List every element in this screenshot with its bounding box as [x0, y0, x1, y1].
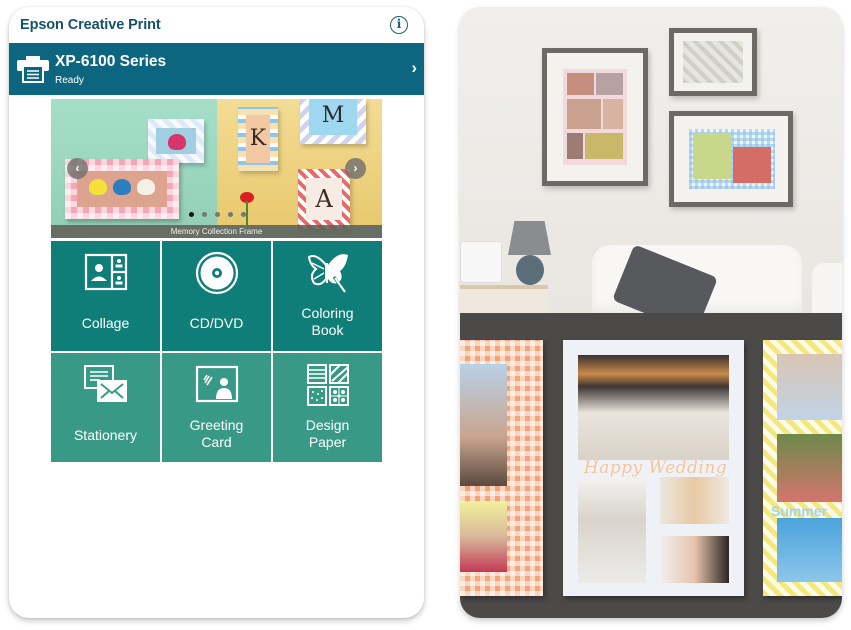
collage-icon: [84, 253, 127, 291]
chevron-right-icon: ›: [411, 58, 417, 77]
photo-bride: [660, 536, 729, 583]
sample-summer-card: Summer: [763, 340, 842, 596]
butterfly-frame: [148, 119, 204, 163]
printer-status: Ready: [55, 75, 84, 86]
lattice-print: [683, 41, 743, 83]
flower-stem: [246, 201, 248, 225]
summer-print: [689, 129, 775, 189]
letter-frame-k: K: [238, 107, 278, 171]
side-table: [460, 285, 548, 313]
menu-stationery[interactable]: Stationery: [51, 352, 160, 462]
wall-frame-collage: [542, 48, 648, 186]
menu-label: Greeting Card: [162, 417, 271, 451]
promo-photo: Happy Wedding Summer: [460, 7, 842, 618]
wall-frame-pattern: [669, 28, 757, 96]
carousel-dot[interactable]: [228, 212, 233, 217]
photo-girl: [460, 502, 507, 572]
feature-carousel[interactable]: K M A ‹ › Memory Collection Frame: [51, 99, 382, 238]
design-paper-icon: [306, 363, 349, 406]
info-icon[interactable]: i: [390, 16, 408, 34]
lamp-base: [516, 255, 544, 285]
disc-icon: [195, 251, 238, 295]
sofa-arm: [812, 263, 842, 313]
summer-text: Summer: [771, 503, 828, 519]
wall-frame-summer: [669, 111, 793, 207]
menu-label: Stationery: [73, 426, 138, 443]
carousel-dot[interactable]: [241, 212, 246, 217]
app-bar: Epson Creative Print i: [9, 7, 424, 43]
feature-menu: Collage CD/DVD Coloring Book Stationery …: [51, 241, 382, 462]
menu-coloring-book[interactable]: Coloring Book: [273, 241, 382, 351]
carousel-dot[interactable]: [189, 212, 194, 217]
carousel-pagination: [189, 212, 246, 217]
photo-child-outdoors: [460, 364, 507, 486]
menu-cd-dvd[interactable]: CD/DVD: [162, 241, 271, 351]
greeting-card-icon: [195, 365, 238, 402]
carousel-prev-button[interactable]: ‹: [67, 158, 88, 179]
photo-kid-smiling: [777, 354, 842, 420]
sample-wedding-card: Happy Wedding: [563, 340, 744, 596]
carousel-dot[interactable]: [215, 212, 220, 217]
stationery-icon: [83, 364, 127, 402]
lamp-shade: [508, 221, 551, 255]
photo-bouquet: [660, 477, 729, 524]
sample-gingham-card: [460, 340, 543, 596]
letter-frame-a: A: [298, 169, 350, 229]
photo-couple-standing: [578, 477, 646, 583]
menu-label-line1: Greeting: [189, 416, 244, 433]
printer-selector[interactable]: XP-6100 Series Ready ›: [9, 43, 424, 95]
app-title: Epson Creative Print: [20, 17, 161, 33]
menu-label: Design Paper: [273, 417, 382, 451]
printer-device: [460, 241, 502, 283]
family-collage-print: [563, 69, 627, 165]
printer-name: XP-6100 Series: [55, 53, 167, 70]
carousel-next-button[interactable]: ›: [345, 158, 366, 179]
photo-watermelon: [777, 434, 842, 502]
letter-frame-m: M: [300, 99, 366, 144]
menu-label-line1: Design: [305, 416, 350, 433]
menu-label-line2: Paper: [308, 433, 347, 450]
carousel-dot[interactable]: [202, 212, 207, 217]
menu-label-line2: Book: [311, 322, 344, 338]
menu-label: Collage: [81, 315, 130, 331]
happy-wedding-text: Happy Wedding: [583, 458, 728, 478]
photo-hands-heart: [777, 518, 842, 582]
app-screen: Epson Creative Print i XP-6100 Series Re…: [9, 7, 424, 618]
sample-prints-tray: Happy Wedding Summer: [460, 313, 842, 618]
carousel-caption: Memory Collection Frame: [51, 225, 382, 238]
menu-label: CD/DVD: [189, 315, 244, 331]
menu-greeting-card[interactable]: Greeting Card: [162, 352, 271, 462]
menu-label-line2: Card: [201, 433, 232, 450]
menu-label-line1: Coloring: [301, 305, 354, 321]
menu-label: Coloring Book: [273, 305, 382, 339]
menu-collage[interactable]: Collage: [51, 241, 160, 351]
photo-wedding-couple: [578, 355, 729, 460]
printer-icon: [17, 56, 49, 83]
menu-design-paper[interactable]: Design Paper: [273, 352, 382, 462]
butterfly-icon: [307, 254, 348, 293]
